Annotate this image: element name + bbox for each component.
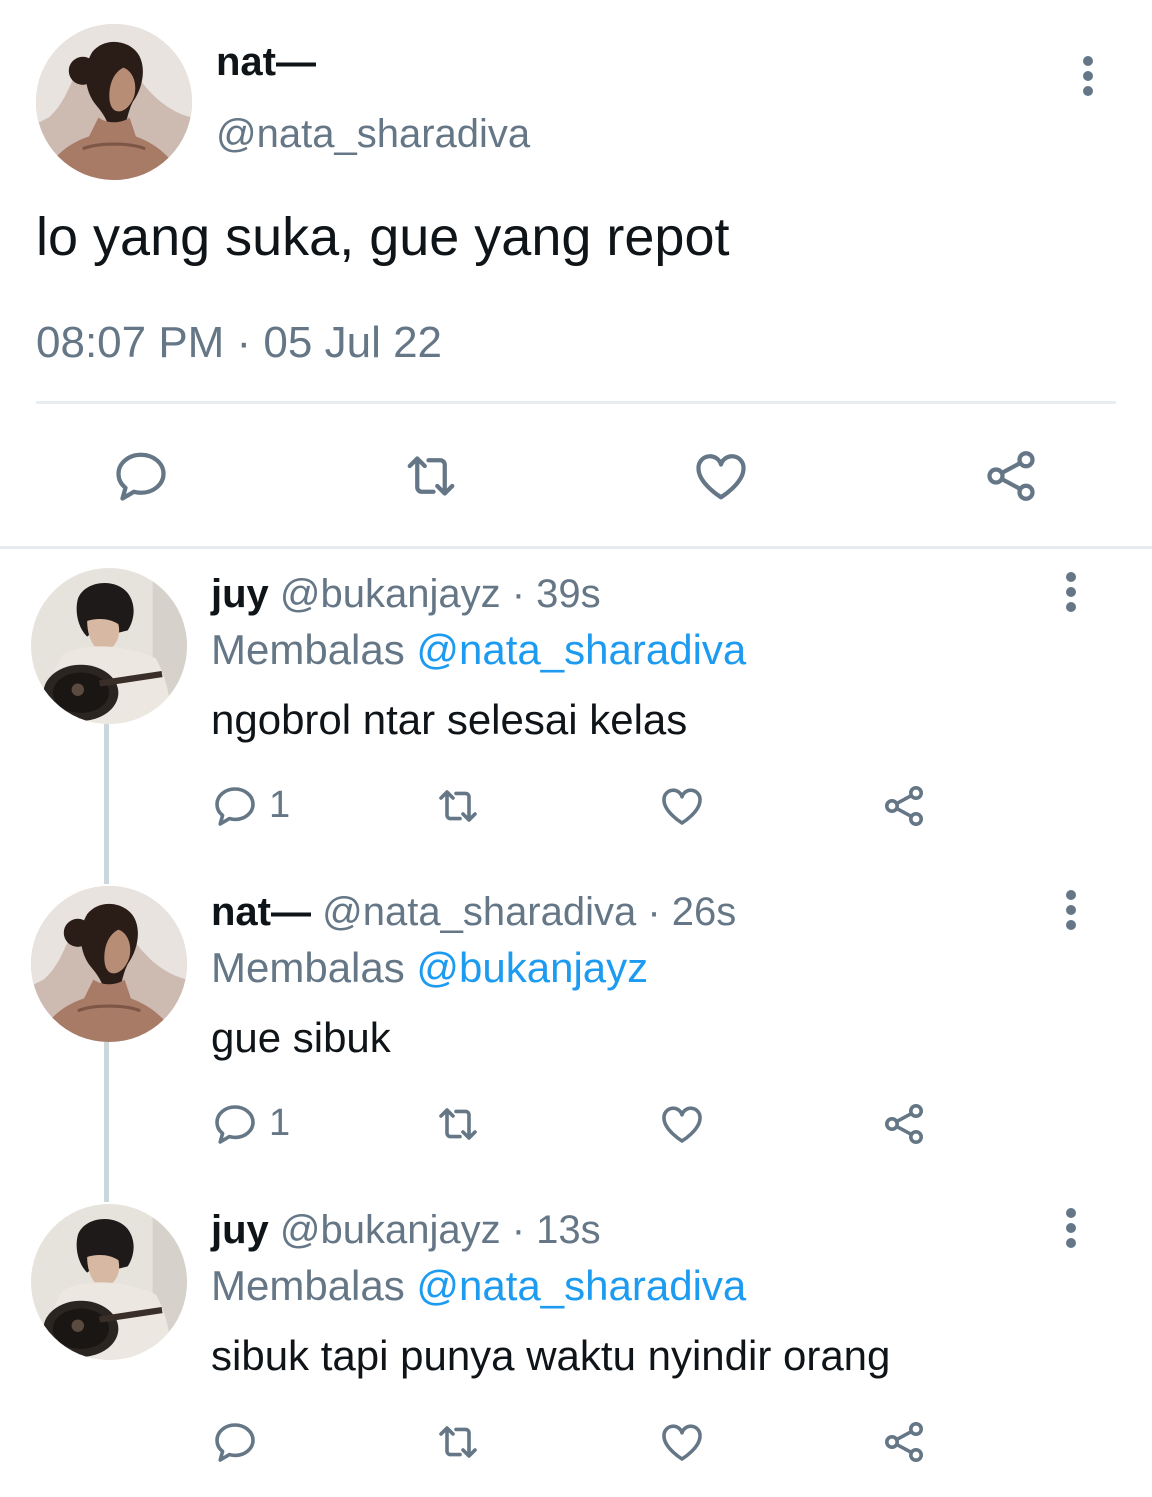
retweet-button[interactable] (434, 1100, 482, 1148)
replying-to: Membalas @bukanjayz (211, 944, 648, 992)
like-button[interactable] (658, 782, 706, 830)
retweet-icon (434, 782, 482, 830)
replying-prefix: Membalas (211, 626, 417, 673)
avatar[interactable] (31, 886, 187, 1042)
avatar[interactable] (31, 568, 187, 724)
reply-icon (211, 782, 259, 830)
like-icon[interactable] (690, 446, 752, 506)
more-options-icon[interactable] (1059, 572, 1083, 620)
reply-count: 1 (269, 784, 291, 826)
like-icon (658, 1418, 706, 1466)
section-divider (0, 546, 1152, 549)
retweet-icon[interactable] (400, 446, 462, 506)
reply-tweet[interactable]: juy @bukanjayz · 39s Membalas @nata_shar… (0, 550, 1152, 868)
reply-icon (211, 1100, 259, 1148)
reply-header: nat— @nata_sharadiva · 26s (211, 890, 736, 935)
retweet-icon (434, 1418, 482, 1466)
display-name[interactable]: nat— (216, 40, 316, 85)
more-options-icon[interactable] (1059, 1208, 1083, 1256)
like-icon (658, 782, 706, 830)
like-button[interactable] (658, 1418, 706, 1466)
tweet-text: ngobrol ntar selesai kelas (211, 696, 688, 743)
main-tweet: nat— @nata_sharadiva lo yang suka, gue y… (0, 0, 1152, 548)
share-icon (880, 782, 928, 830)
tweet-text: lo yang suka, gue yang repot (36, 207, 730, 267)
handle-time: @bukanjayz · 13s (268, 1208, 601, 1252)
reply-tweet[interactable]: nat— @nata_sharadiva · 26s Membalas @buk… (0, 868, 1152, 1186)
user-handle[interactable]: @nata_sharadiva (216, 112, 530, 157)
share-button[interactable] (880, 1100, 928, 1148)
reply-count: 1 (269, 1102, 291, 1144)
display-name[interactable]: juy (211, 1208, 269, 1252)
tweet-text: gue sibuk (211, 1014, 391, 1061)
tweet-text: sibuk tapi punya waktu nyindir orang (211, 1332, 891, 1379)
share-button[interactable] (880, 782, 928, 830)
like-button[interactable] (658, 1100, 706, 1148)
replying-to: Membalas @nata_sharadiva (211, 626, 746, 674)
mention-link[interactable]: @nata_sharadiva (416, 626, 746, 673)
avatar[interactable] (36, 24, 192, 180)
mention-link[interactable]: @bukanjayz (416, 944, 648, 991)
reply-button[interactable]: 1 (211, 1100, 311, 1148)
avatar[interactable] (31, 1204, 187, 1360)
retweet-button[interactable] (434, 1418, 482, 1466)
handle-time: @nata_sharadiva · 26s (311, 890, 737, 934)
reply-icon (211, 1418, 259, 1466)
share-button[interactable] (880, 1418, 928, 1466)
display-name[interactable]: nat— (211, 890, 311, 934)
retweet-icon (434, 1100, 482, 1148)
reply-header: juy @bukanjayz · 39s (211, 572, 601, 617)
reply-button[interactable] (211, 1418, 311, 1466)
mention-link[interactable]: @nata_sharadiva (416, 1262, 746, 1309)
reply-icon[interactable] (110, 446, 172, 506)
reply-header: juy @bukanjayz · 13s (211, 1208, 601, 1253)
handle-time: @bukanjayz · 39s (268, 572, 601, 616)
replying-to: Membalas @nata_sharadiva (211, 1262, 746, 1310)
replying-prefix: Membalas (211, 944, 417, 991)
retweet-button[interactable] (434, 782, 482, 830)
more-options-icon[interactable] (1059, 890, 1083, 938)
share-icon (880, 1418, 928, 1466)
divider (36, 401, 1116, 404)
share-icon (880, 1100, 928, 1148)
reply-button[interactable]: 1 (211, 782, 311, 830)
reply-tweet[interactable]: juy @bukanjayz · 13s Membalas @nata_shar… (0, 1186, 1152, 1497)
display-name[interactable]: juy (211, 572, 269, 616)
tweet-timestamp: 08:07 PM · 05 Jul 22 (36, 318, 443, 367)
replying-prefix: Membalas (211, 1262, 417, 1309)
more-options-icon[interactable] (1076, 56, 1100, 104)
share-icon[interactable] (980, 446, 1042, 506)
like-icon (658, 1100, 706, 1148)
